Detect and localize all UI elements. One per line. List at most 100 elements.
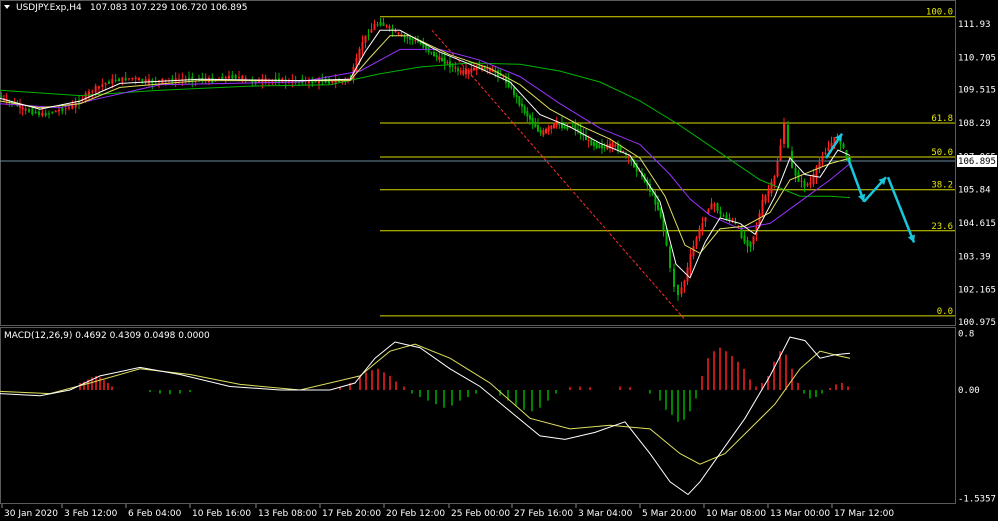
- candle-body: [134, 77, 137, 80]
- price-axis-tick-label: 103.39: [958, 252, 991, 262]
- candle-body: [138, 77, 140, 81]
- candle-body: [0, 95, 3, 98]
- candle-body: [443, 58, 446, 64]
- candle-body: [752, 236, 755, 245]
- candle-body: [208, 78, 210, 82]
- ohlc-values: 107.083 107.229 106.720 106.895: [90, 3, 247, 13]
- background: [0, 0, 998, 521]
- candle-body: [598, 144, 601, 148]
- candle-body: [388, 26, 391, 29]
- candle-body: [68, 107, 70, 109]
- candle-body: [749, 241, 752, 248]
- candle-body: [128, 78, 130, 80]
- time-axis-tick-label: 17 Mar 12:00: [834, 509, 894, 519]
- candle-body: [462, 70, 465, 75]
- time-axis-tick-label: 3 Mar 04:00: [578, 509, 633, 519]
- candle-body: [617, 144, 619, 151]
- candle-body: [526, 110, 529, 117]
- candle-body: [692, 246, 695, 257]
- candle-body: [614, 144, 617, 147]
- candle-body: [827, 147, 830, 152]
- candle-body: [665, 229, 668, 246]
- candle-body: [550, 125, 553, 129]
- candle-body: [743, 235, 746, 243]
- time-axis-tick-label: 13 Feb 08:00: [258, 509, 317, 519]
- candle-body: [367, 34, 370, 36]
- candle-body: [28, 109, 30, 112]
- candle-body: [713, 204, 716, 206]
- candle-body: [71, 105, 74, 109]
- candle-body: [124, 77, 127, 81]
- fib-level-label: 100.0: [926, 8, 953, 18]
- candle-body: [88, 91, 90, 97]
- candle-body: [701, 223, 704, 231]
- candle-body: [787, 125, 789, 148]
- candle-body: [539, 130, 542, 134]
- candle-body: [406, 37, 409, 39]
- candle-body: [38, 111, 40, 116]
- candle-body: [563, 126, 566, 129]
- candle-body: [364, 35, 367, 43]
- candle-body: [603, 146, 606, 148]
- candle-body: [61, 107, 64, 112]
- time-axis-tick-label: 25 Feb 00:00: [451, 509, 510, 519]
- candle-body: [385, 25, 388, 27]
- candle-body: [382, 22, 385, 26]
- candle-body: [547, 126, 550, 132]
- candle-body: [595, 142, 598, 148]
- candle-body: [590, 139, 593, 146]
- candle-body: [94, 85, 97, 93]
- candle-body: [419, 42, 422, 44]
- candle-body: [417, 41, 419, 43]
- chart-canvas[interactable]: 100.0 61.8 50.0 38.2 23.6 0.0 111.93 110.705 109…: [0, 0, 998, 521]
- candle-body: [776, 161, 779, 177]
- candle-body: [728, 217, 731, 220]
- candle-body: [108, 81, 110, 84]
- candle-body: [118, 78, 120, 82]
- candle-body: [411, 39, 414, 41]
- candle-body: [451, 65, 454, 67]
- candle-body: [101, 84, 104, 87]
- price-axis-tick-label: 110.705: [958, 53, 996, 63]
- candle-body: [414, 40, 417, 42]
- fib-level-label: 38.2: [931, 181, 953, 191]
- macd-title: MACD(12,26,9) 0.4692 0.4309 0.0498 0.000…: [4, 331, 210, 341]
- candle-body: [821, 157, 824, 161]
- candle-body: [131, 77, 134, 79]
- symbol-label: USDJPY.Exp,H4: [16, 3, 82, 13]
- candle-body: [794, 167, 797, 176]
- candle-body: [370, 29, 373, 33]
- candle-body: [803, 181, 806, 187]
- current-price-label: 106.895: [958, 157, 996, 167]
- candle-body: [809, 182, 812, 185]
- candle-body: [689, 254, 692, 271]
- candle-body: [773, 175, 776, 186]
- candle-body: [719, 210, 722, 215]
- candle-body: [470, 68, 473, 73]
- candle-body: [601, 144, 603, 149]
- candle-body: [74, 102, 77, 108]
- candle-body: [545, 128, 547, 134]
- candle-body: [376, 24, 379, 26]
- price-axis-tick-label: 108.29: [958, 119, 991, 129]
- candle-body: [770, 181, 773, 194]
- candle-body: [571, 125, 574, 127]
- candle-body: [767, 190, 770, 197]
- candle-body: [234, 74, 237, 79]
- candle-body: [651, 192, 654, 195]
- macd-axis-tick-label: -1.5357: [958, 494, 996, 504]
- candle-body: [695, 237, 698, 246]
- candle-body: [361, 42, 364, 50]
- candle-body: [41, 112, 44, 116]
- fib-level-label: 0.0: [937, 307, 953, 317]
- time-axis-tick-label: 30 Jan 2020: [4, 509, 58, 519]
- candle-body: [800, 180, 803, 182]
- candle-body: [704, 217, 707, 222]
- candle-body: [779, 145, 782, 161]
- candle-body: [518, 96, 521, 105]
- candle-body: [379, 22, 382, 26]
- candle-body: [806, 183, 809, 186]
- candle-body: [761, 199, 764, 216]
- candle-body: [231, 75, 234, 79]
- time-axis-tick-label: 13 Mar 00:00: [770, 509, 830, 519]
